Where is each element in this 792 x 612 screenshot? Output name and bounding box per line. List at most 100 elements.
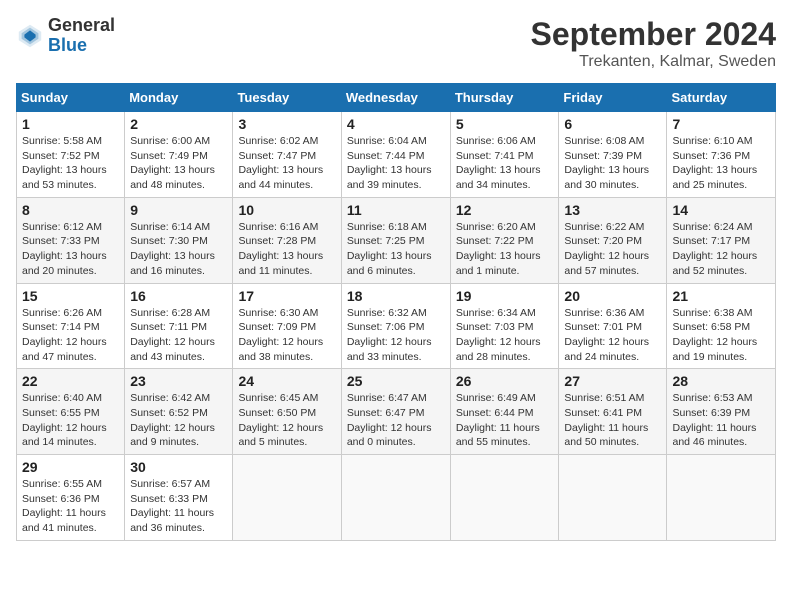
- day-number: 12: [456, 202, 554, 218]
- sunrise-text: Sunrise: 6:53 AM: [672, 392, 752, 404]
- day-info: Sunrise: 6:10 AMSunset: 7:36 PMDaylight:…: [672, 134, 770, 193]
- day-number: 30: [130, 459, 227, 475]
- day-info: Sunrise: 6:08 AMSunset: 7:39 PMDaylight:…: [564, 134, 661, 193]
- day-info: Sunrise: 6:51 AMSunset: 6:41 PMDaylight:…: [564, 391, 661, 450]
- sunrise-text: Sunrise: 6:38 AM: [672, 307, 752, 319]
- calendar-cell: 15 Sunrise: 6:26 AMSunset: 7:14 PMDayligh…: [17, 283, 125, 369]
- sunset-text: Sunset: 7:44 PM: [347, 150, 425, 162]
- daylight-text: Daylight: 12 hours and 5 minutes.: [238, 422, 323, 449]
- daylight-text: Daylight: 13 hours and 53 minutes.: [22, 164, 107, 191]
- calendar-cell: 27Sunrise: 6:51 AMSunset: 6:41 PMDayligh…: [559, 369, 667, 455]
- calendar-cell: [450, 455, 559, 541]
- calendar-cell: 20 Sunrise: 6:36 AM Sunset: 7:01 PM Dayligh…: [559, 283, 667, 369]
- sunrise-text: Sunrise: 6:32 AM: [347, 307, 427, 319]
- day-number: 15: [22, 288, 119, 304]
- daylight-text: Daylight: 13 hours and 39 minutes.: [347, 164, 432, 191]
- sunset-text: Sunset: 7:22 PM: [456, 235, 534, 247]
- sunrise-text: Sunrise: 6:08 AM: [564, 135, 644, 147]
- calendar-cell: [233, 455, 341, 541]
- day-number: 3: [238, 116, 335, 132]
- daylight-text: Daylight: 12 hours and 57 minutes.: [564, 250, 649, 277]
- day-info: Sunrise: 6:20 AMSunset: 7:22 PMDaylight:…: [456, 220, 554, 279]
- calendar-body: 1Sunrise: 5:58 AMSunset: 7:52 PMDaylight…: [17, 112, 776, 541]
- logo-general: General: [48, 15, 115, 35]
- sunset-text: Sunset: 7:41 PM: [456, 150, 534, 162]
- daylight-text: Daylight: 11 hours and 50 minutes.: [564, 422, 648, 449]
- calendar-cell: 6Sunrise: 6:08 AMSunset: 7:39 PMDaylight…: [559, 112, 667, 198]
- daylight-text: Daylight: 11 hours and 36 minutes.: [130, 507, 214, 534]
- day-info: Sunrise: 6:49 AMSunset: 6:44 PMDaylight:…: [456, 391, 554, 450]
- day-number: 14: [672, 202, 770, 218]
- calendar-cell: 16Sunrise: 6:28 AMSunset: 7:11 PMDayligh…: [125, 283, 233, 369]
- sunset-text: Sunset: 7:17 PM: [672, 235, 750, 247]
- daylight-text: Daylight: 13 hours and 11 minutes.: [238, 250, 323, 277]
- daylight-text: Daylight: 13 hours and 1 minute.: [456, 250, 541, 277]
- sunrise-text: Sunrise: 6:42 AM: [130, 392, 210, 404]
- day-number: 23: [130, 373, 227, 389]
- calendar-cell: 14 Sunrise: 6:24 AMSunset: 7:17 PMDayligh…: [667, 197, 776, 283]
- day-number: 5: [456, 116, 554, 132]
- day-number: 17: [238, 288, 335, 304]
- day-info: Sunrise: 6:26 AMSunset: 7:14 PMDaylight:…: [22, 306, 119, 365]
- sunset-text: Sunset: 7:36 PM: [672, 150, 750, 162]
- daylight-text: Daylight: 13 hours and 30 minutes.: [564, 164, 649, 191]
- sunrise-text: Sunrise: 6:51 AM: [564, 392, 644, 404]
- sunrise-text: Sunrise: 6:36 AM: [564, 307, 644, 319]
- sunset-text: Sunset: 7:30 PM: [130, 235, 208, 247]
- daylight-text: Daylight: 13 hours and 44 minutes.: [238, 164, 323, 191]
- location-subtitle: Trekanten, Kalmar, Sweden: [531, 53, 776, 71]
- calendar-cell: 30Sunrise: 6:57 AMSunset: 6:33 PMDayligh…: [125, 455, 233, 541]
- day-number: 20: [564, 288, 661, 304]
- logo-blue: Blue: [48, 35, 87, 55]
- daylight-text: Daylight: 12 hours and 33 minutes.: [347, 336, 432, 363]
- day-number: 4: [347, 116, 445, 132]
- day-info: Sunrise: 6:12 AMSunset: 7:33 PMDaylight:…: [22, 220, 119, 279]
- day-number: 8: [22, 202, 119, 218]
- day-info: Sunrise: 6:38 AMSunset: 6:58 PMDaylight:…: [672, 306, 770, 365]
- sunrise-text: Sunrise: 6:45 AM: [238, 392, 318, 404]
- day-info: Sunrise: 6:06 AMSunset: 7:41 PMDaylight:…: [456, 134, 554, 193]
- day-info: Sunrise: 6:22 AMSunset: 7:20 PMDaylight:…: [564, 220, 661, 279]
- day-number: 25: [347, 373, 445, 389]
- calendar-cell: 9Sunrise: 6:14 AMSunset: 7:30 PMDaylight…: [125, 197, 233, 283]
- weekday-header-friday: Friday: [559, 84, 667, 112]
- daylight-text: Daylight: 12 hours and 43 minutes.: [130, 336, 215, 363]
- sunset-text: Sunset: 7:25 PM: [347, 235, 425, 247]
- calendar-week-row: 1Sunrise: 5:58 AMSunset: 7:52 PMDaylight…: [17, 112, 776, 198]
- sunset-text: Sunset: 7:33 PM: [22, 235, 100, 247]
- day-number: 21: [672, 288, 770, 304]
- calendar-cell: 23Sunrise: 6:42 AMSunset: 6:52 PMDayligh…: [125, 369, 233, 455]
- daylight-text: Daylight: 13 hours and 48 minutes.: [130, 164, 215, 191]
- sunrise-text: Sunrise: 6:16 AM: [238, 221, 318, 233]
- day-info: Sunrise: 6:18 AMSunset: 7:25 PMDaylight:…: [347, 220, 445, 279]
- sunset-text: Sunset: 7:28 PM: [238, 235, 316, 247]
- day-info: Sunrise: 6:32 AM Sunset: 7:06 PM Daylight:…: [347, 306, 445, 365]
- daylight-text: Daylight: 11 hours and 55 minutes.: [456, 422, 540, 449]
- calendar-cell: 1Sunrise: 5:58 AMSunset: 7:52 PMDaylight…: [17, 112, 125, 198]
- weekday-header-row: SundayMondayTuesdayWednesdayThursdayFrid…: [17, 84, 776, 112]
- calendar-header: SundayMondayTuesdayWednesdayThursdayFrid…: [17, 84, 776, 112]
- day-info: Sunrise: 6:24 AMSunset: 7:17 PMDaylight:…: [672, 220, 770, 279]
- sunrise-text: Sunrise: 6:14 AM: [130, 221, 210, 233]
- sunrise-text: Sunrise: 6:57 AM: [130, 478, 210, 490]
- logo-wordmark: General Blue: [48, 16, 115, 56]
- daylight-text: Daylight: 12 hours and 24 minutes.: [564, 336, 649, 363]
- sunrise-text: Sunrise: 6:49 AM: [456, 392, 536, 404]
- sunset-text: Sunset: 7:52 PM: [22, 150, 100, 162]
- day-number: 24: [238, 373, 335, 389]
- sunrise-text: Sunrise: 6:26 AM: [22, 307, 102, 319]
- logo: General Blue: [16, 16, 115, 56]
- sunset-text: Sunset: 7:01 PM: [564, 321, 642, 333]
- day-number: 13: [564, 202, 661, 218]
- weekday-header-sunday: Sunday: [17, 84, 125, 112]
- sunrise-text: Sunrise: 6:06 AM: [456, 135, 536, 147]
- day-info: Sunrise: 6:04 AMSunset: 7:44 PMDaylight:…: [347, 134, 445, 193]
- calendar-cell: 29Sunrise: 6:55 AMSunset: 6:36 PMDayligh…: [17, 455, 125, 541]
- calendar-cell: 11Sunrise: 6:18 AMSunset: 7:25 PMDayligh…: [341, 197, 450, 283]
- day-number: 7: [672, 116, 770, 132]
- sunrise-text: Sunrise: 6:30 AM: [238, 307, 318, 319]
- weekday-header-thursday: Thursday: [450, 84, 559, 112]
- sunset-text: Sunset: 7:11 PM: [130, 321, 207, 333]
- sunset-text: Sunset: 7:06 PM: [347, 321, 425, 333]
- sunrise-text: Sunrise: 6:40 AM: [22, 392, 102, 404]
